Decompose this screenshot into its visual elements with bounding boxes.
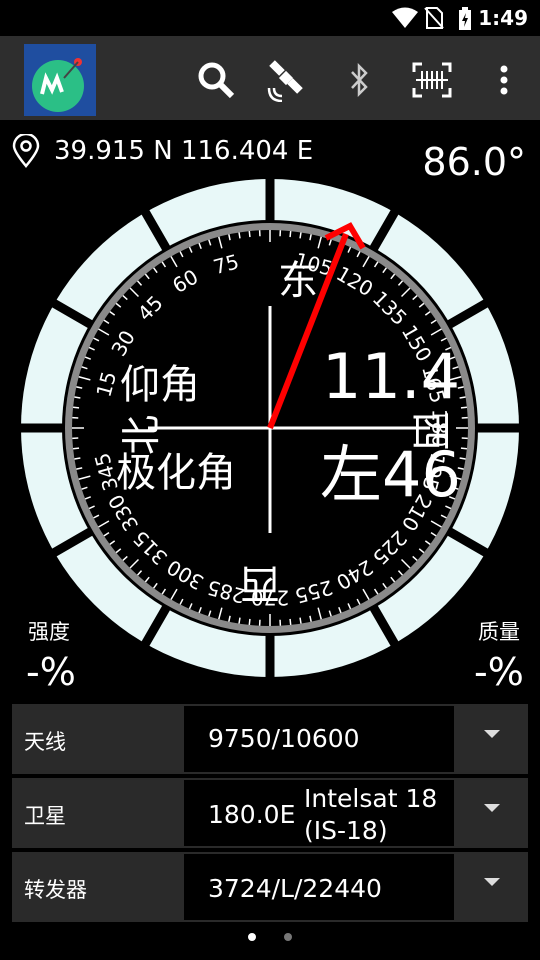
bluetooth-button[interactable] (338, 58, 382, 102)
dial-tick (238, 617, 241, 624)
dial-tick (459, 396, 466, 399)
quality-value: -% (474, 650, 524, 694)
satellite-row[interactable]: 卫星 180.0E Intelsat 18 (IS-18) (12, 778, 528, 848)
transponder-row[interactable]: 转发器 3724/L/22440 (12, 852, 528, 922)
transponder-value-box[interactable]: 3724/L/22440 (184, 854, 454, 920)
satellite-icon (267, 60, 303, 102)
dial-tick (289, 618, 292, 625)
transponder-value: 3724/L/22440 (208, 874, 382, 903)
dial-tick (73, 406, 80, 409)
satellite-name-line1: Intelsat 18 (304, 784, 438, 813)
more-options-button[interactable] (482, 58, 526, 102)
page-dot-active[interactable] (248, 933, 257, 941)
elevation-value: 11.4 (322, 340, 460, 413)
bluetooth-icon (351, 63, 368, 97)
satellite-compass[interactable]: 1530456075 105120135150165180195210225240… (20, 178, 520, 678)
polarization-value: 左46 (320, 438, 461, 511)
antenna-dropdown-icon[interactable] (484, 730, 500, 738)
compass-east-label: 东 (278, 258, 318, 304)
antenna-value-box[interactable]: 9750/10600 (184, 706, 454, 772)
antenna-value: 9750/10600 (208, 724, 360, 753)
strength-value: -% (26, 650, 76, 694)
satellite-name-line2: (IS-18) (304, 816, 388, 845)
satellite-position: 180.0E (208, 800, 296, 829)
dial-tick (299, 232, 302, 239)
satellite-dropdown-icon[interactable] (484, 804, 500, 812)
dial-tick (248, 618, 251, 625)
app-logo[interactable] (24, 44, 96, 116)
dial-tick (74, 457, 81, 460)
transponder-dropdown-icon[interactable] (484, 878, 500, 886)
dial-tick (73, 447, 80, 450)
dial-tick (238, 232, 241, 239)
app-toolbar (0, 36, 540, 120)
barcode-scan-button[interactable] (410, 58, 454, 102)
satellite-value-box[interactable]: 180.0E Intelsat 18 (IS-18) (184, 780, 454, 846)
polarization-label: 极化角 (116, 450, 236, 496)
page-dot[interactable] (283, 933, 292, 941)
location-coords: 39.915 N 116.404 E (54, 136, 314, 166)
elevation-label: 仰角 (120, 362, 200, 408)
search-button[interactable] (194, 58, 238, 102)
location-pin-icon (12, 132, 40, 172)
dial-tick (299, 617, 302, 624)
search-icon (198, 62, 235, 99)
antenna-label: 天线 (24, 730, 66, 754)
barcode-scanner-icon (412, 62, 452, 98)
no-sim-icon (424, 7, 444, 33)
dial-tick (460, 406, 467, 409)
more-vert-icon (500, 65, 508, 95)
satellite-label: 卫星 (24, 804, 66, 828)
dial-tick (248, 231, 251, 238)
transponder-label: 转发器 (24, 878, 87, 902)
page-indicator (0, 926, 540, 945)
wifi-icon (392, 7, 418, 33)
satellite-button[interactable] (266, 58, 310, 102)
compass-north-label: 北 (119, 415, 165, 455)
status-time: 1:49 (478, 6, 528, 30)
quality-label: 质量 (478, 620, 520, 644)
dial-tick (460, 447, 467, 450)
strength-label: 强度 (28, 620, 70, 644)
dial-tick (74, 396, 81, 399)
battery-charging-icon (458, 7, 472, 35)
antenna-row[interactable]: 天线 9750/10600 (12, 704, 528, 774)
compass-south-label: 西 (240, 560, 280, 606)
dial-tick (289, 231, 292, 238)
status-bar: 1:49 (0, 0, 540, 36)
